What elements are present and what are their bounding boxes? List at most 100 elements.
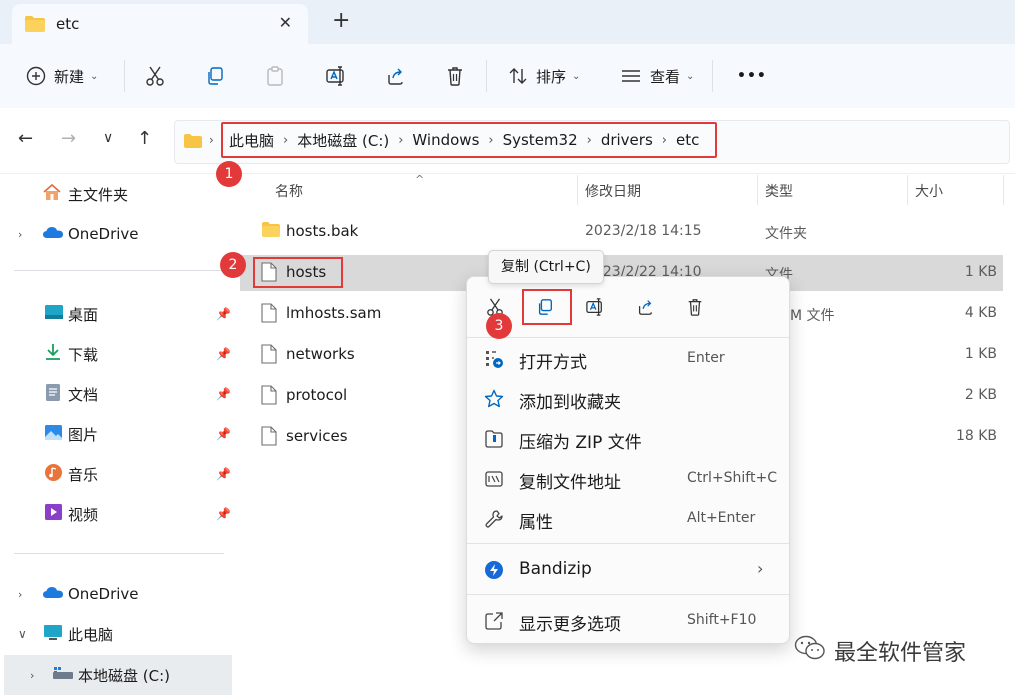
sidebar-item-this-pc[interactable]: ∨ 此电脑 bbox=[0, 616, 234, 652]
sidebar-item-label: OneDrive bbox=[68, 225, 139, 243]
breadcrumb-chevron-icon[interactable]: › bbox=[398, 133, 403, 148]
watermark-text: 最全软件管家 bbox=[834, 641, 967, 666]
column-header-date[interactable]: 修改日期 bbox=[585, 181, 641, 201]
pin-icon[interactable]: 📌 bbox=[216, 507, 231, 521]
sort-label: 排序 bbox=[536, 67, 567, 86]
step-badge-2: 2 bbox=[220, 252, 246, 278]
pin-icon[interactable]: 📌 bbox=[216, 427, 231, 441]
rename-icon[interactable] bbox=[581, 293, 609, 321]
paste-button[interactable] bbox=[265, 62, 285, 90]
step-badge-3: 3 bbox=[486, 313, 512, 339]
column-divider[interactable] bbox=[907, 175, 908, 205]
sidebar-item-videos[interactable]: 视频 📌 bbox=[0, 496, 234, 532]
sidebar-item-downloads[interactable]: 下载 📌 bbox=[0, 336, 234, 372]
file-name: networks bbox=[286, 345, 355, 363]
new-tab-button[interactable]: + bbox=[332, 8, 350, 34]
sidebar-item-pictures[interactable]: 图片 📌 bbox=[0, 416, 234, 452]
tab-etc[interactable]: etc ✕ bbox=[12, 4, 308, 44]
menu-item-label: 添加到收藏夹 bbox=[519, 393, 621, 413]
new-label: 新建 bbox=[54, 67, 85, 86]
share-button[interactable] bbox=[385, 62, 405, 90]
sort-button[interactable]: 排序 ⌄ bbox=[508, 62, 580, 90]
chevron-right-icon[interactable]: › bbox=[18, 228, 22, 241]
view-list-icon bbox=[622, 70, 640, 82]
copy-button[interactable] bbox=[205, 62, 225, 90]
menu-item-properties[interactable]: 属性 Alt+Enter bbox=[467, 498, 791, 538]
breadcrumb-windows[interactable]: Windows bbox=[412, 131, 479, 149]
pin-icon[interactable]: 📌 bbox=[216, 387, 231, 401]
chevron-right-icon[interactable]: › bbox=[30, 669, 34, 682]
up-arrow-icon[interactable]: ↑ bbox=[137, 128, 152, 149]
forward-arrow-icon[interactable]: → bbox=[61, 128, 76, 149]
menu-item-label: 复制文件地址 bbox=[519, 473, 621, 493]
chevron-down-icon: ⌄ bbox=[90, 70, 99, 82]
more-options-button[interactable]: ••• bbox=[737, 62, 767, 90]
wrench-icon bbox=[483, 508, 505, 530]
file-icon bbox=[261, 344, 277, 368]
music-icon bbox=[44, 463, 63, 486]
rename-button[interactable] bbox=[325, 62, 347, 90]
trash-icon[interactable] bbox=[681, 293, 709, 321]
breadcrumb-system32[interactable]: System32 bbox=[503, 131, 578, 149]
annotation-box-hosts bbox=[253, 257, 343, 288]
chevron-down-icon[interactable]: ∨ bbox=[18, 627, 27, 641]
breadcrumb-chevron-icon[interactable]: › bbox=[662, 133, 667, 148]
command-bar: 新建 ⌄ 排序 ⌄ 查看 ⌄ ••• bbox=[0, 44, 1015, 108]
sidebar-item-desktop[interactable]: 桌面 📌 bbox=[0, 296, 234, 332]
file-type: 文件夹 bbox=[765, 226, 807, 242]
chevron-down-icon: ⌄ bbox=[572, 70, 581, 82]
share-icon[interactable] bbox=[631, 293, 659, 321]
close-icon[interactable]: ✕ bbox=[279, 13, 292, 32]
chevron-right-icon[interactable]: › bbox=[18, 588, 22, 601]
menu-item-copy-path[interactable]: 复制文件地址 Ctrl+Shift+C bbox=[467, 458, 791, 498]
breadcrumb-chevron-icon[interactable]: › bbox=[488, 133, 493, 148]
sidebar-divider bbox=[14, 553, 224, 554]
sidebar-item-onedrive[interactable]: › OneDrive bbox=[0, 216, 234, 252]
sidebar-item-documents[interactable]: 文档 📌 bbox=[0, 376, 234, 412]
menu-item-show-more-options[interactable]: 显示更多选项 Shift+F10 bbox=[467, 600, 791, 640]
menu-item-label: 显示更多选项 bbox=[519, 615, 621, 635]
sidebar-item-local-disk[interactable]: › 本地磁盘 (C:) bbox=[4, 655, 232, 695]
breadcrumb-drivers[interactable]: drivers bbox=[601, 131, 653, 149]
address-chevron-icon: › bbox=[209, 133, 214, 147]
menu-item-bandizip[interactable]: Bandizip › bbox=[467, 549, 791, 589]
file-size: 4 KB bbox=[964, 305, 997, 321]
sidebar-item-music[interactable]: 音乐 📌 bbox=[0, 456, 234, 492]
column-divider[interactable] bbox=[757, 175, 758, 205]
recent-locations-chevron-icon[interactable]: ∨ bbox=[103, 130, 113, 146]
menu-item-compress-zip[interactable]: 压缩为 ZIP 文件 bbox=[467, 418, 791, 458]
zip-icon bbox=[483, 428, 505, 450]
pin-icon[interactable]: 📌 bbox=[216, 307, 231, 321]
download-icon bbox=[44, 343, 62, 365]
annotation-box-copy bbox=[522, 289, 572, 325]
menu-item-open-with[interactable]: 打开方式 Enter bbox=[467, 338, 791, 378]
sidebar-item-onedrive-2[interactable]: › OneDrive bbox=[0, 576, 234, 612]
menu-item-add-to-favorites[interactable]: 添加到收藏夹 bbox=[467, 378, 791, 418]
new-button[interactable]: 新建 ⌄ bbox=[26, 62, 98, 90]
breadcrumb-chevron-icon[interactable]: › bbox=[283, 133, 288, 148]
pin-icon[interactable]: 📌 bbox=[216, 347, 231, 361]
back-arrow-icon[interactable]: ← bbox=[18, 128, 33, 149]
onedrive-cloud-icon bbox=[42, 225, 64, 243]
column-header-name[interactable]: 名称 bbox=[275, 181, 303, 201]
breadcrumb-chevron-icon[interactable]: › bbox=[587, 133, 592, 148]
file-name: lmhosts.sam bbox=[286, 304, 382, 322]
breadcrumb-this-pc[interactable]: 此电脑 bbox=[229, 130, 274, 151]
menu-item-shortcut: Enter bbox=[687, 350, 725, 366]
breadcrumb-local-disk[interactable]: 本地磁盘 (C:) bbox=[297, 130, 389, 151]
sidebar-item-label: 本地磁盘 (C:) bbox=[78, 666, 170, 685]
breadcrumb-etc[interactable]: etc bbox=[676, 131, 699, 149]
file-size: 1 KB bbox=[964, 346, 997, 362]
sidebar-item-home[interactable]: 主文件夹 bbox=[0, 176, 234, 212]
column-header-type[interactable]: 类型 bbox=[765, 181, 793, 201]
column-divider[interactable] bbox=[577, 175, 578, 205]
column-header-size[interactable]: 大小 bbox=[915, 181, 943, 201]
cut-button[interactable] bbox=[145, 62, 165, 90]
sidebar-item-label: 音乐 bbox=[68, 465, 99, 484]
pin-icon[interactable]: 📌 bbox=[216, 467, 231, 481]
file-row[interactable]: hosts.bak 2023/2/18 14:15 文件夹 bbox=[240, 214, 1003, 250]
view-button[interactable]: 查看 ⌄ bbox=[620, 62, 694, 90]
copy-tooltip: 复制 (Ctrl+C) bbox=[488, 250, 604, 284]
column-divider[interactable] bbox=[1003, 175, 1004, 205]
delete-button[interactable] bbox=[445, 62, 465, 90]
